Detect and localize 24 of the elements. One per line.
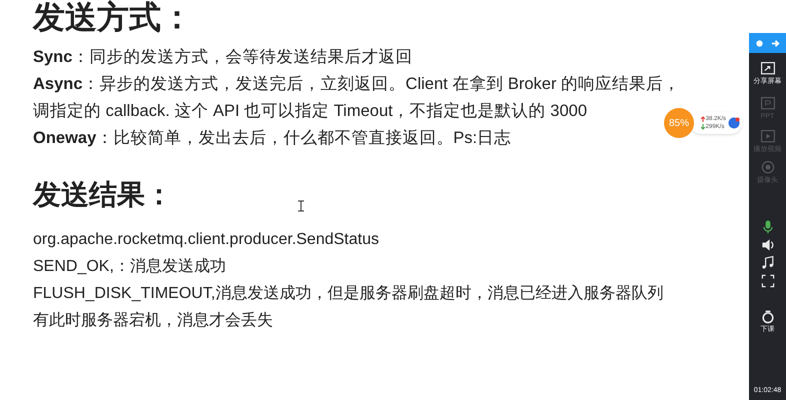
screen-share-icon — [760, 61, 776, 77]
paragraph-line: 有此时服务器宕机，消息才会丢失 — [33, 310, 273, 331]
expand-icon — [760, 273, 776, 289]
stopwatch-icon — [760, 309, 776, 325]
music-button[interactable] — [760, 255, 776, 271]
paragraph-line: FLUSH_DISK_TIMEOUT,消息发送成功，但是服务器刷盘超时，消息已经进入服务器队列 — [33, 284, 664, 304]
paragraph-line: 调指定的 callback. 这个 API 也可以指定 Timeout，不指定也是默认的 3000 — [33, 101, 587, 122]
text-cursor-icon — [297, 200, 305, 212]
camera-icon — [760, 160, 776, 176]
down-arrow-icon — [700, 124, 705, 130]
section-heading: 发送方式： — [33, 0, 193, 34]
play-icon — [760, 129, 776, 145]
paragraph-line: SEND_OK,：消息发送成功 — [33, 256, 226, 277]
fullscreen-button[interactable] — [760, 273, 776, 289]
paragraph-line: Oneway：比较简单，发出去后，什么都不管直接返回。Ps:日志 — [33, 128, 512, 149]
up-arrow-icon — [700, 116, 705, 122]
section-heading: 发送结果： — [33, 178, 173, 212]
speaker-icon — [760, 237, 776, 253]
paragraph-line: org.apache.rocketmq.client.producer.SendStatus — [33, 230, 379, 250]
paragraph-line: Async：异步的发送方式，发送完后，立刻返回。Client 在拿到 Broker 的响应结果后， — [33, 74, 680, 95]
slides-icon — [760, 96, 776, 112]
music-note-icon — [760, 255, 776, 271]
paragraph-line: Sync：同步的发送方式，会等待发送结果后才返回 — [33, 47, 412, 68]
speaker-button[interactable] — [760, 237, 776, 253]
